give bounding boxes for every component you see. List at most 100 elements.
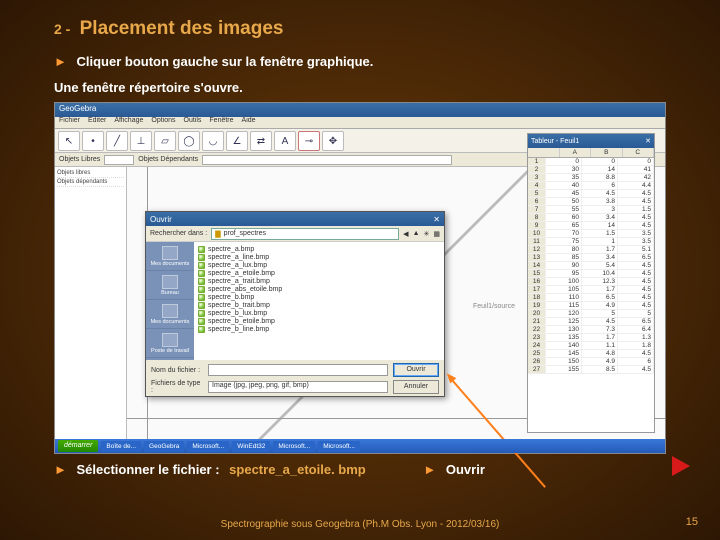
file-item[interactable]: spectre_b.bmp <box>198 293 440 301</box>
file-item[interactable]: spectre_b_trait.bmp <box>198 301 440 309</box>
table-row[interactable]: 211254.56.5 <box>528 318 654 326</box>
table-row[interactable]: 251454.84.5 <box>528 350 654 358</box>
table-row[interactable]: 3358.842 <box>528 174 654 182</box>
tool-perp-icon[interactable]: ⊥ <box>130 131 152 151</box>
sheet-columns: ABC <box>528 148 654 158</box>
tool-angle-icon[interactable]: ∠ <box>226 131 248 151</box>
filetype-select[interactable]: Image (jpg, jpeg, png, gif, bmp) <box>208 381 388 393</box>
tool-reflect-icon[interactable]: ⇄ <box>250 131 272 151</box>
file-item[interactable]: spectre_b_line.bmp <box>198 325 440 333</box>
file-icon <box>198 254 205 261</box>
task-item[interactable]: Microsoft... <box>187 441 229 452</box>
mydocs-icon <box>162 304 178 318</box>
computer-icon <box>162 333 178 347</box>
close-icon[interactable]: ✕ <box>433 215 440 224</box>
tool-move-icon[interactable]: ↖ <box>58 131 80 151</box>
newfolder-icon[interactable]: ✳ <box>424 230 430 238</box>
sheet-titlebar: Tableur - Feuil1✕ <box>528 134 654 148</box>
table-row[interactable]: 8603.44.5 <box>528 214 654 222</box>
table-row[interactable]: 231351.71.3 <box>528 334 654 342</box>
file-open-dialog: Ouvrir ✕ Rechercher dans : ▇ prof_spectr… <box>145 211 445 397</box>
table-row[interactable]: 14905.44.5 <box>528 262 654 270</box>
up-icon[interactable]: ▲ <box>413 230 420 237</box>
file-icon <box>198 326 205 333</box>
table-row[interactable]: 965144.5 <box>528 222 654 230</box>
open-button[interactable]: Ouvrir <box>393 363 439 377</box>
tool-line-icon[interactable]: ╱ <box>106 131 128 151</box>
app-screenshot: GeoGebra FichierÉditerAffichageOptionsOu… <box>54 102 666 454</box>
task-item[interactable]: Microsoft... <box>273 441 315 452</box>
task-item[interactable]: WinEdt32 <box>232 441 270 452</box>
table-row[interactable]: 13853.46.5 <box>528 254 654 262</box>
table-row[interactable]: 44064.4 <box>528 182 654 190</box>
start-button[interactable]: démarrer <box>58 440 98 452</box>
input-b[interactable] <box>202 155 452 165</box>
filetype-label: Fichiers de type : <box>151 380 203 394</box>
footer-text: Spectrographie sous Geogebra (Ph.M Obs. … <box>0 519 720 530</box>
table-row[interactable]: 2012055 <box>528 310 654 318</box>
table-row[interactable]: 191154.94.5 <box>528 302 654 310</box>
table-row[interactable]: 241401.11.8 <box>528 342 654 350</box>
folder-icon: ▇ <box>215 230 220 238</box>
title-number: 2 - <box>54 21 70 37</box>
file-icon <box>198 270 205 277</box>
table-row[interactable]: 5454.54.5 <box>528 190 654 198</box>
tool-slider-icon[interactable]: ⊸ <box>298 131 320 151</box>
table-row[interactable]: 6503.84.5 <box>528 198 654 206</box>
file-icon <box>198 262 205 269</box>
taskbar[interactable]: démarrer Boîte de... GeoGebra Microsoft.… <box>55 439 665 453</box>
dialog-location-row: Rechercher dans : ▇ prof_spectres ◀ ▲ ✳ … <box>146 226 444 242</box>
object-list[interactable]: Objets libres Objets dépendants <box>55 167 127 439</box>
input-a[interactable] <box>104 155 134 165</box>
menu-bar[interactable]: FichierÉditerAffichageOptionsOutilsFenêt… <box>55 117 665 129</box>
table-row[interactable]: 221307.36.4 <box>528 326 654 334</box>
tool-point-icon[interactable]: • <box>82 131 104 151</box>
file-item[interactable]: spectre_a_etoile.bmp <box>198 269 440 277</box>
file-item[interactable]: spectre_b_etoile.bmp <box>198 317 440 325</box>
tool-move-view-icon[interactable]: ✥ <box>322 131 344 151</box>
close-icon[interactable]: ✕ <box>645 137 651 145</box>
table-row[interactable]: 117513.5 <box>528 238 654 246</box>
tool-arc-icon[interactable]: ◡ <box>202 131 224 151</box>
file-item[interactable]: spectre_a.bmp <box>198 245 440 253</box>
title-text: Placement des images <box>80 18 284 39</box>
bullet-1: ► Cliquer bouton gauche sur la fenêtre g… <box>54 54 373 69</box>
back-icon[interactable]: ◀ <box>403 230 408 238</box>
tool-text-icon[interactable]: A <box>274 131 296 151</box>
task-item[interactable]: Microsoft... <box>318 441 360 452</box>
file-item[interactable]: spectre_a_line.bmp <box>198 253 440 261</box>
table-row[interactable]: 12801.75.1 <box>528 246 654 254</box>
task-item[interactable]: GeoGebra <box>144 441 184 452</box>
arrow-icon: ► <box>54 462 67 477</box>
desktop-icon <box>162 275 178 289</box>
table-row[interactable]: 1000 <box>528 158 654 166</box>
table-row[interactable]: 75531.5 <box>528 206 654 214</box>
table-row[interactable]: 171051.74.5 <box>528 286 654 294</box>
filename-label: Nom du fichier : <box>151 367 203 374</box>
file-item[interactable]: spectre_b_lux.bmp <box>198 309 440 317</box>
table-row[interactable]: 181106.54.5 <box>528 294 654 302</box>
places-bar[interactable]: Mes documents Bureau Mes documents Poste… <box>146 242 194 360</box>
file-item[interactable]: spectre_a_trait.bmp <box>198 277 440 285</box>
tool-polygon-icon[interactable]: ▱ <box>154 131 176 151</box>
spreadsheet-window[interactable]: Tableur - Feuil1✕ ABC 100023014413358.84… <box>527 133 655 433</box>
cancel-button[interactable]: Annuler <box>393 380 439 394</box>
page-number: 15 <box>686 516 698 528</box>
file-item[interactable]: spectre_abs_etoile.bmp <box>198 285 440 293</box>
location-combo[interactable]: ▇ prof_spectres <box>211 228 399 240</box>
table-row[interactable]: 271558.54.5 <box>528 366 654 374</box>
table-row[interactable]: 1610012.34.5 <box>528 278 654 286</box>
filename-input[interactable] <box>208 364 388 376</box>
file-icon <box>198 286 205 293</box>
views-icon[interactable]: ▦ <box>433 230 440 238</box>
task-item[interactable]: Boîte de... <box>101 441 141 452</box>
file-item[interactable]: spectre_a_lux.bmp <box>198 261 440 269</box>
table-row[interactable]: 261504.96 <box>528 358 654 366</box>
table-row[interactable]: 10701.53.5 <box>528 230 654 238</box>
table-row[interactable]: 2301441 <box>528 166 654 174</box>
tool-circle-icon[interactable]: ◯ <box>178 131 200 151</box>
dialog-titlebar: Ouvrir ✕ <box>146 212 444 226</box>
bottom-instruction: ► Sélectionner le fichier : spectre_a_et… <box>54 462 485 477</box>
table-row[interactable]: 159510.44.5 <box>528 270 654 278</box>
file-list[interactable]: spectre_a.bmpspectre_a_line.bmpspectre_a… <box>194 242 444 360</box>
